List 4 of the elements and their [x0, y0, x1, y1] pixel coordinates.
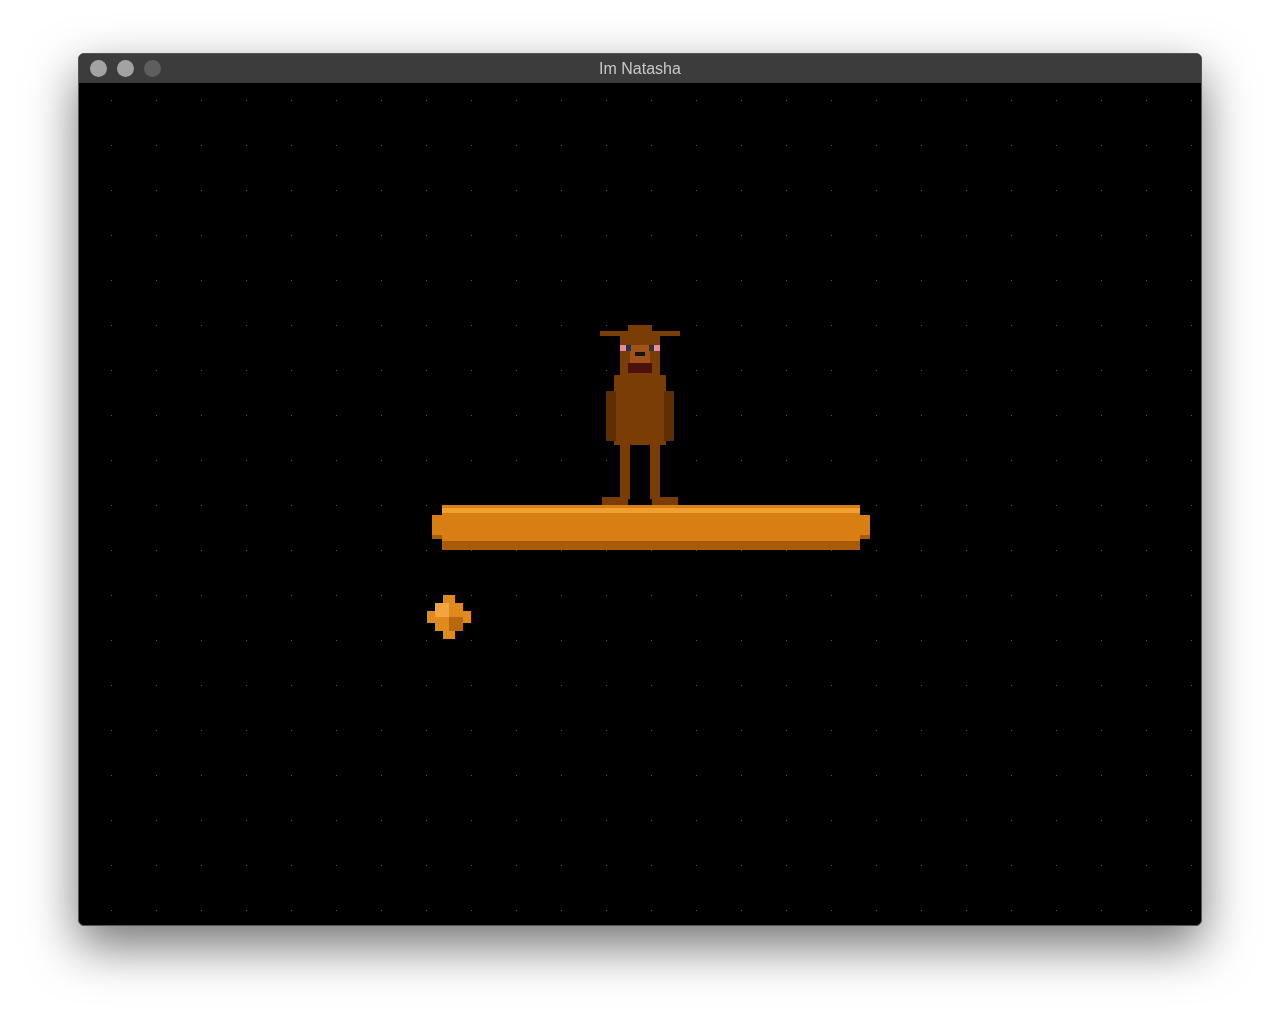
window-control-button[interactable]	[117, 60, 134, 77]
coin-drawing	[427, 595, 471, 639]
window-title: Im Natasha	[599, 58, 681, 79]
window-control-button[interactable]	[90, 60, 107, 77]
